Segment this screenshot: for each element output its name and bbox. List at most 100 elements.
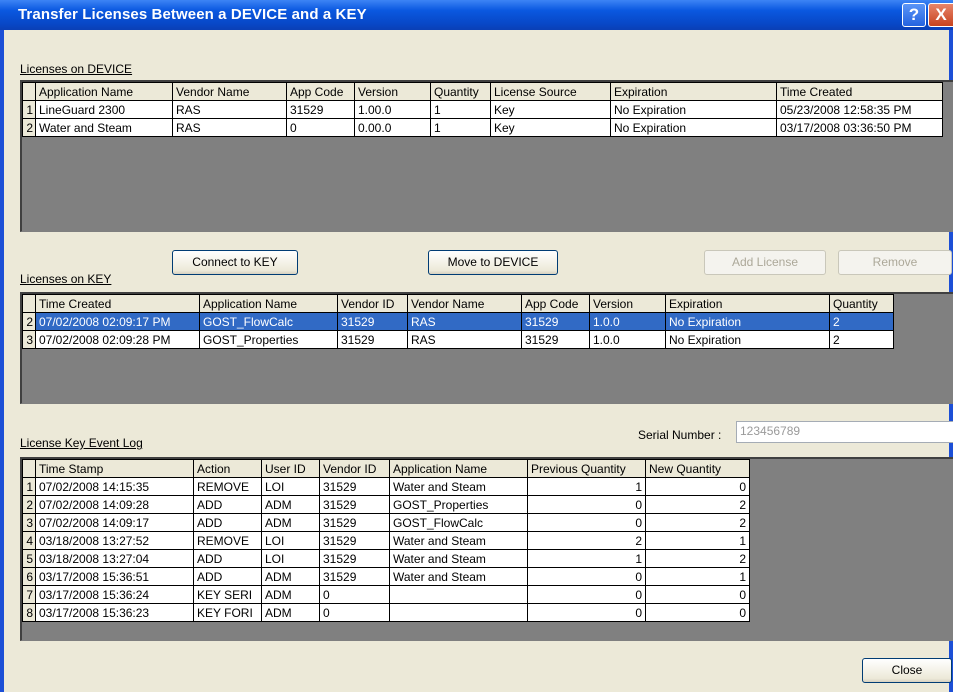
key-license-row[interactable]: 3 07/02/2008 02:09:28 PM GOST_Properties 31… [22,330,894,349]
key-license-cell[interactable]: 31529 [521,312,590,331]
event-log-row[interactable]: 6 03/17/2008 15:36:51 ADD ADM 31529 Water and… [22,567,750,586]
event-log-cell[interactable]: GOST_FlowCalc [389,513,528,532]
event-log-row[interactable]: 5 03/18/2008 13:27:04 ADD LOI 31529 Water and… [22,549,750,568]
key-license-column-header[interactable]: Expiration [665,294,830,313]
event-log-cell[interactable]: 31529 [319,513,390,532]
row-number[interactable]: 4 [22,531,36,550]
event-log-column-header[interactable]: Vendor ID [319,459,390,478]
event-log-cell[interactable]: 07/02/2008 14:09:28 [35,495,194,514]
event-log-cell[interactable]: 2 [645,513,750,532]
device-license-cell[interactable]: No Expiration [610,118,777,137]
event-log-row[interactable]: 8 03/17/2008 15:36:23 KEY FORI ADM 0 0 0 [22,603,750,622]
event-log-cell[interactable]: 07/02/2008 14:15:35 [35,477,194,496]
key-license-cell[interactable]: 31529 [521,330,590,349]
device-license-cell[interactable]: RAS [172,100,287,119]
event-log-cell[interactable]: ADM [261,513,320,532]
device-license-cell[interactable]: 1.00.0 [354,100,431,119]
event-log-column-header[interactable]: Time Stamp [35,459,194,478]
event-log-cell[interactable]: 1 [527,549,646,568]
row-number[interactable]: 7 [22,585,36,604]
remove-button[interactable]: Remove [838,250,952,275]
close-button[interactable]: Close [862,658,952,683]
device-license-column-header[interactable]: License Source [490,82,611,101]
event-log-column-header[interactable]: Application Name [389,459,528,478]
event-log-cell[interactable]: GOST_Properties [389,495,528,514]
device-license-cell[interactable]: Key [490,100,611,119]
event-log-cell[interactable] [389,585,528,604]
row-header-corner[interactable] [22,82,36,101]
event-log-cell[interactable]: 03/17/2008 15:36:51 [35,567,194,586]
key-license-cell[interactable]: RAS [407,330,522,349]
device-license-cell[interactable]: Key [490,118,611,137]
event-log-cell[interactable]: 0 [645,603,750,622]
device-license-cell[interactable]: 05/23/2008 12:58:35 PM [776,100,943,119]
event-log-cell[interactable]: 31529 [319,477,390,496]
event-log-row[interactable]: 4 03/18/2008 13:27:52 REMOVE LOI 31529 Water … [22,531,750,550]
device-license-column-header[interactable]: Quantity [430,82,491,101]
key-license-cell[interactable]: GOST_FlowCalc [199,312,338,331]
key-license-column-header[interactable]: Quantity [829,294,894,313]
event-log-cell[interactable]: 0 [645,477,750,496]
device-license-cell[interactable]: RAS [172,118,287,137]
row-number[interactable]: 2 [22,495,36,514]
event-log-column-header[interactable]: Previous Quantity [527,459,646,478]
event-log-cell[interactable]: 2 [527,531,646,550]
event-log-cell[interactable]: ADM [261,585,320,604]
event-log-cell[interactable]: 31529 [319,549,390,568]
event-log-grid[interactable]: Time Stamp Action User ID Vendor ID Applicat… [20,457,953,641]
event-log-cell[interactable]: 2 [645,495,750,514]
event-log-cell[interactable]: 0 [527,513,646,532]
event-log-cell[interactable]: 03/18/2008 13:27:52 [35,531,194,550]
event-log-cell[interactable]: LOI [261,549,320,568]
device-license-column-header[interactable]: App Code [286,82,355,101]
event-log-cell[interactable]: KEY SERI [193,585,262,604]
device-license-cell[interactable]: Water and Steam [35,118,173,137]
event-log-cell[interactable]: 0 [527,495,646,514]
event-log-cell[interactable]: 03/17/2008 15:36:23 [35,603,194,622]
row-header-corner[interactable] [22,294,36,313]
event-log-row[interactable]: 7 03/17/2008 15:36:24 KEY SERI ADM 0 0 0 [22,585,750,604]
row-number[interactable]: 2 [22,312,36,331]
event-log-cell[interactable]: LOI [261,477,320,496]
event-log-cell[interactable]: 31529 [319,567,390,586]
device-license-column-header[interactable]: Application Name [35,82,173,101]
event-log-cell[interactable]: 0 [527,603,646,622]
row-number[interactable]: 3 [22,513,36,532]
row-number[interactable]: 1 [22,477,36,496]
event-log-column-header[interactable]: New Quantity [645,459,750,478]
event-log-column-header[interactable]: Action [193,459,262,478]
event-log-cell[interactable]: 03/18/2008 13:27:04 [35,549,194,568]
event-log-row[interactable]: 3 07/02/2008 14:09:17 ADD ADM 31529 GOST_Flow… [22,513,750,532]
event-log-cell[interactable]: ADM [261,495,320,514]
key-license-cell[interactable]: GOST_Properties [199,330,338,349]
key-license-cell[interactable]: No Expiration [665,330,830,349]
event-log-cell[interactable]: 31529 [319,495,390,514]
key-license-column-header[interactable]: App Code [521,294,590,313]
connect-to-key-button[interactable]: Connect to KEY [172,250,298,275]
device-license-cell[interactable]: 0.00.0 [354,118,431,137]
event-log-cell[interactable]: REMOVE [193,531,262,550]
row-header-corner[interactable] [22,459,36,478]
device-license-column-header[interactable]: Vendor Name [172,82,287,101]
event-log-cell[interactable]: ADD [193,513,262,532]
row-number[interactable]: 5 [22,549,36,568]
device-license-cell[interactable]: LineGuard 2300 [35,100,173,119]
event-log-cell[interactable]: 0 [645,585,750,604]
key-license-column-header[interactable]: Time Created [35,294,200,313]
event-log-cell[interactable]: 0 [319,585,390,604]
event-log-cell[interactable]: Water and Steam [389,567,528,586]
row-number[interactable]: 2 [22,118,36,137]
device-licenses-grid[interactable]: Application Name Vendor Name App Code Versi… [20,80,953,232]
key-license-cell[interactable]: 1.0.0 [589,312,666,331]
key-license-column-header[interactable]: Vendor ID [337,294,408,313]
key-license-cell[interactable]: 31529 [337,330,408,349]
row-number[interactable]: 8 [22,603,36,622]
event-log-row[interactable]: 1 07/02/2008 14:15:35 REMOVE LOI 31529 Water … [22,477,750,496]
device-license-column-header[interactable]: Time Created [776,82,943,101]
serial-number-field[interactable]: 123456789 [736,421,953,443]
key-license-cell[interactable]: 31529 [337,312,408,331]
event-log-cell[interactable]: ADM [261,603,320,622]
event-log-row[interactable]: 2 07/02/2008 14:09:28 ADD ADM 31529 GOST_Prop… [22,495,750,514]
add-license-button[interactable]: Add License [704,250,826,275]
event-log-cell[interactable]: 1 [645,567,750,586]
